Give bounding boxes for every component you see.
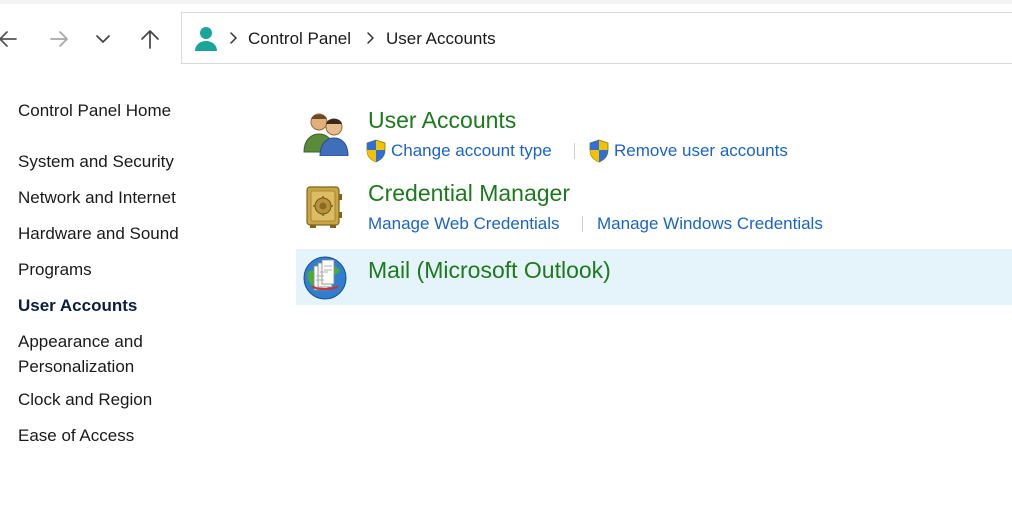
vault-icon[interactable]	[304, 184, 344, 235]
recent-locations-button[interactable]	[87, 22, 119, 56]
remove-user-accounts-link[interactable]: Remove user accounts	[614, 141, 788, 161]
breadcrumb-user-accounts[interactable]: User Accounts	[386, 29, 496, 49]
arrow-left-icon	[0, 29, 18, 49]
breadcrumb-control-panel[interactable]: Control Panel	[248, 29, 351, 49]
title-strip	[0, 0, 1012, 4]
back-button[interactable]	[0, 22, 24, 56]
category-title-user-accounts[interactable]: User Accounts	[368, 107, 516, 134]
chevron-right-icon[interactable]	[227, 30, 239, 46]
sidebar-item-user-accounts[interactable]: User Accounts	[18, 293, 137, 318]
sidebar-item-hardware-sound[interactable]: Hardware and Sound	[18, 221, 179, 246]
link-separator	[582, 216, 583, 232]
arrow-up-icon	[139, 28, 161, 50]
sidebar-item-network-internet[interactable]: Network and Internet	[18, 185, 176, 210]
manage-windows-credentials-link[interactable]: Manage Windows Credentials	[597, 214, 823, 234]
link-separator	[574, 143, 575, 159]
arrow-right-icon	[49, 29, 69, 49]
chevron-right-icon[interactable]	[364, 30, 376, 46]
sidebar-item-ease-of-access[interactable]: Ease of Access	[18, 423, 134, 448]
forward-button[interactable]	[43, 22, 75, 56]
category-title-credential-manager[interactable]: Credential Manager	[368, 180, 570, 207]
user-accounts-icon	[194, 26, 218, 52]
sidebar-item-system-security[interactable]: System and Security	[18, 149, 174, 174]
sidebar-item-clock-region[interactable]: Clock and Region	[18, 387, 152, 412]
uac-shield-icon	[588, 139, 610, 163]
change-account-type-link[interactable]: Change account type	[391, 141, 552, 161]
uac-shield-icon	[365, 139, 387, 163]
address-bar[interactable]: Control Panel User Accounts	[181, 12, 1012, 64]
mail-icon[interactable]	[302, 254, 348, 307]
sidebar-item-control-panel-home[interactable]: Control Panel Home	[18, 98, 171, 123]
up-button[interactable]	[134, 22, 166, 56]
category-title-mail[interactable]: Mail (Microsoft Outlook)	[368, 257, 611, 284]
sidebar-item-appearance-personalization[interactable]: Appearance and Personalization	[18, 329, 188, 379]
users-icon[interactable]	[302, 110, 350, 161]
chevron-down-icon	[95, 31, 111, 47]
manage-web-credentials-link[interactable]: Manage Web Credentials	[368, 214, 560, 234]
sidebar-item-programs[interactable]: Programs	[18, 257, 92, 282]
